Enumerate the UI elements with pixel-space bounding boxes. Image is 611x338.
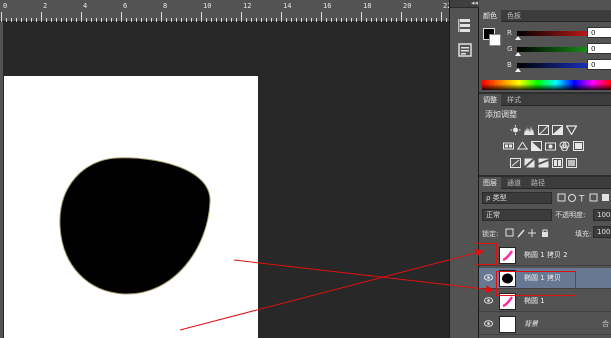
fill-input[interactable]: 100 <box>593 226 611 238</box>
ruler-label: 2 <box>43 2 48 10</box>
blend-mode-select[interactable]: 正常 <box>482 209 552 221</box>
ruler-label: 18 <box>363 2 372 10</box>
tab-adjustments[interactable]: 调整 <box>479 94 501 106</box>
layer-thumbnail <box>499 247 516 264</box>
tab-paths[interactable]: 路径 <box>527 177 549 189</box>
layer-row[interactable]: 椭圆 1 拷贝 2 <box>479 245 611 266</box>
color-balance-icon[interactable] <box>517 141 528 151</box>
layer-lock-icon: 合 <box>602 320 609 328</box>
color-lookup-icon[interactable] <box>573 141 584 151</box>
tab-color[interactable]: 颜色 <box>479 10 501 22</box>
lock-label: 锁定: <box>482 230 499 238</box>
panel-icon-strip: ◂◂ <box>449 0 480 338</box>
svg-text:T: T <box>578 195 585 204</box>
tab-layers[interactable]: 图层 <box>479 177 501 189</box>
annotation-highlight-box <box>475 243 497 265</box>
brightness-contrast-icon[interactable] <box>510 125 521 135</box>
red-value-input[interactable]: 0 <box>587 27 611 38</box>
green-value-input[interactable]: 0 <box>587 43 611 54</box>
color-panel-tabbar: 颜色 色板 <box>479 10 611 22</box>
color-spectrum-shade <box>482 84 611 90</box>
ruler-label: 8 <box>163 2 168 10</box>
pen-icon <box>502 296 514 308</box>
layer-row[interactable]: 背景 合 <box>479 314 611 335</box>
black-white-icon[interactable] <box>531 141 542 151</box>
curves-icon[interactable] <box>538 125 549 135</box>
eye-icon[interactable] <box>484 320 493 327</box>
threshold-icon[interactable] <box>538 158 549 168</box>
layer-thumbnail <box>499 316 516 333</box>
panel-grip[interactable]: ◂◂ <box>450 0 480 8</box>
fill-label: 填充: <box>575 230 592 238</box>
ruler-label: 14 <box>283 2 292 10</box>
history-panel-icon[interactable] <box>457 18 473 34</box>
ellipse-shape[interactable] <box>4 76 258 338</box>
ruler-label: 12 <box>243 2 252 10</box>
ruler-label: 6 <box>123 2 128 10</box>
adjustments-panel-tabbar: 调整 样式 <box>479 94 611 106</box>
eye-icon[interactable] <box>484 274 493 281</box>
levels-icon[interactable] <box>524 125 535 135</box>
exposure-icon[interactable] <box>552 125 563 135</box>
blue-channel-slider[interactable]: B 0 <box>507 59 611 72</box>
ruler-label: 4 <box>83 2 88 10</box>
layer-name: 背景 <box>524 320 538 328</box>
green-channel-label: G <box>507 45 513 53</box>
tab-channels[interactable]: 通道 <box>503 177 525 189</box>
blue-channel-label: B <box>507 61 512 69</box>
green-slider-knob[interactable] <box>515 52 521 56</box>
posterize-icon[interactable] <box>524 158 535 168</box>
blue-value-input[interactable]: 0 <box>587 59 611 70</box>
tab-swatches[interactable]: 色板 <box>503 10 525 22</box>
ellipse-path <box>59 157 211 295</box>
layer-filter-icons[interactable]: T <box>557 193 611 203</box>
red-channel-slider[interactable]: R 0 <box>507 27 611 40</box>
properties-panel-icon[interactable] <box>457 42 473 58</box>
gradient-map-icon[interactable] <box>566 158 577 168</box>
ruler-label: 10 <box>203 2 212 10</box>
background-color-swatch[interactable] <box>489 34 501 46</box>
red-slider-knob[interactable] <box>515 36 521 40</box>
annotation-highlight-box <box>496 271 576 296</box>
invert-icon[interactable] <box>510 158 521 168</box>
vibrance-icon[interactable] <box>566 125 577 135</box>
blue-slider-knob[interactable] <box>515 68 521 72</box>
adjustments-title: 添加调整 <box>485 110 517 119</box>
collapse-arrows-icon[interactable]: ◂◂ <box>471 0 478 7</box>
eye-icon[interactable] <box>484 297 493 304</box>
opacity-label: 不透明度: <box>555 211 586 219</box>
layer-name: 椭圆 1 拷贝 2 <box>524 251 568 259</box>
photo-filter-icon[interactable] <box>545 141 556 151</box>
selective-color-icon[interactable] <box>552 158 563 168</box>
layers-panel-tabbar: 图层 通道 路径 <box>479 177 611 189</box>
hue-saturation-icon[interactable] <box>503 141 514 151</box>
opacity-input[interactable]: 100 <box>593 209 611 221</box>
document-canvas-area[interactable]: 0 2 4 6 8 10 12 14 16 18 20 22 <box>0 0 449 338</box>
vertical-ruler <box>0 22 3 338</box>
red-channel-label: R <box>507 29 512 37</box>
channel-mixer-icon[interactable] <box>559 141 570 151</box>
lock-options-icons[interactable] <box>505 228 559 238</box>
horizontal-ruler: 0 2 4 6 8 10 12 14 16 18 20 22 <box>0 0 449 22</box>
document-page[interactable] <box>4 76 258 338</box>
ruler-label: 20 <box>403 2 412 10</box>
ruler-label: 0 <box>3 2 8 10</box>
layer-name: 椭圆 1 <box>524 297 545 305</box>
layer-filter-select[interactable]: ρ 类型 <box>482 192 552 204</box>
ruler-label: 16 <box>323 2 332 10</box>
pen-icon <box>502 250 514 262</box>
tab-styles[interactable]: 样式 <box>503 94 525 106</box>
ruler-ticks <box>1 12 447 22</box>
green-channel-slider[interactable]: G 0 <box>507 43 611 56</box>
